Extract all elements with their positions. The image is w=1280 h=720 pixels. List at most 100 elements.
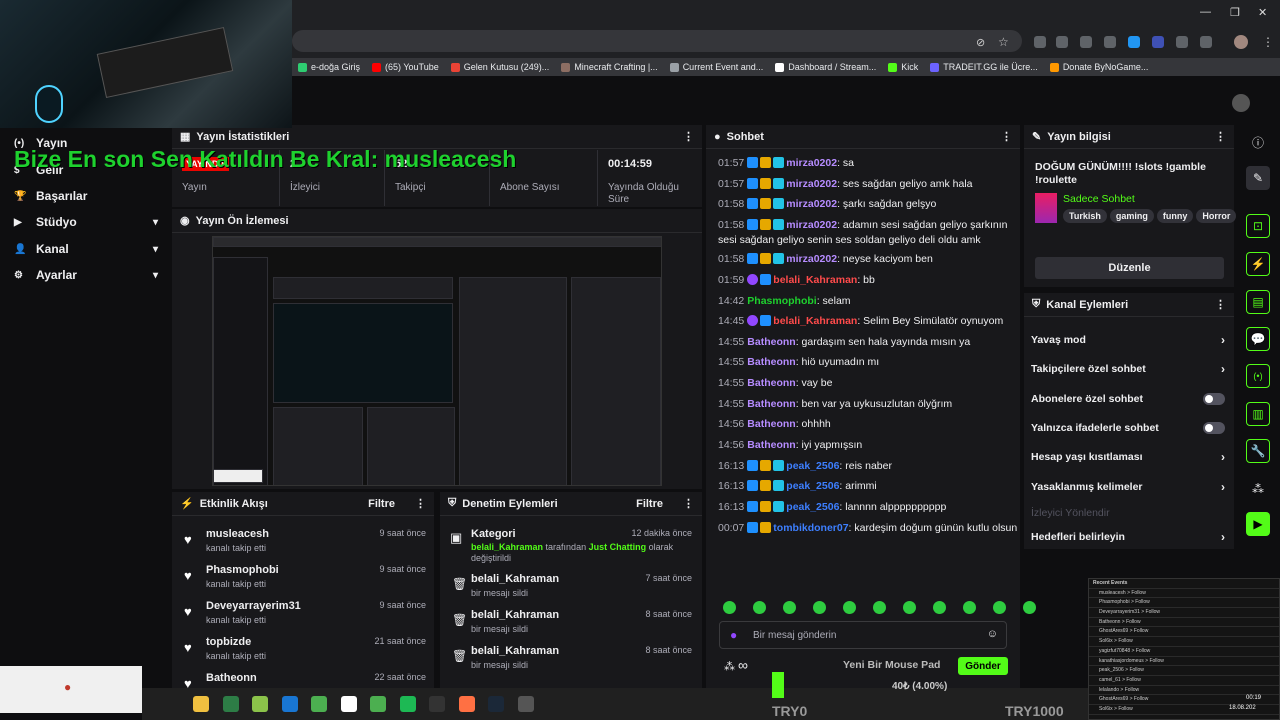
channel-action-row[interactable]: Yasaklanmış kelimeler › <box>1031 477 1225 497</box>
epic-icon[interactable] <box>429 696 445 712</box>
wrench-icon[interactable]: 🔧 <box>1246 439 1270 463</box>
chat-input[interactable]: ● Bir mesaj gönderin ☺ <box>719 621 1007 649</box>
extension-icon[interactable] <box>1080 36 1092 48</box>
extension-icon[interactable] <box>1176 36 1188 48</box>
spotify-icon[interactable] <box>399 696 416 712</box>
emoji-icon[interactable]: ☺ <box>987 628 998 640</box>
tag[interactable]: funny <box>1156 209 1194 223</box>
chat-username[interactable]: Batheonn <box>747 418 795 430</box>
mod-user[interactable]: belali_Kahraman <box>471 609 559 621</box>
infinity-icon[interactable]: ∞ <box>738 657 748 673</box>
more-icon[interactable]: ⋮ <box>683 497 694 510</box>
nav-item-3[interactable]: ▶ Stüdyo ▾ <box>0 209 170 235</box>
filter-button[interactable]: Filtre <box>636 498 663 510</box>
mic-icon[interactable]: ● <box>730 628 737 642</box>
nav-item-4[interactable]: 👤 Kanal ▾ <box>0 236 170 262</box>
more-icon[interactable]: ⋮ <box>1001 130 1012 143</box>
bookmark-item[interactable]: e-doğa Giriş <box>298 62 360 72</box>
extension-icon[interactable] <box>1056 36 1068 48</box>
category-link[interactable]: Sadece Sohbet <box>1063 193 1135 205</box>
tag[interactable]: gaming <box>1109 209 1154 223</box>
extension-icon[interactable] <box>1104 36 1116 48</box>
bolt-icon[interactable]: ⚡ <box>1246 252 1270 276</box>
bookmark-item[interactable]: Gelen Kutusu (249)... <box>450 62 549 72</box>
more-icon[interactable]: ⋮ <box>1215 298 1226 311</box>
bookmark-item[interactable]: (65) YouTube <box>372 62 439 72</box>
archive-icon[interactable]: ▥ <box>1246 402 1270 426</box>
channel-action-row[interactable]: Hesap yaşı kısıtlaması › <box>1031 447 1225 467</box>
chat-username[interactable]: Batheonn <box>747 377 795 389</box>
mod-user[interactable]: belali_Kahraman <box>471 645 559 657</box>
broadcast-icon[interactable]: (•) <box>1246 364 1270 388</box>
emote-icon[interactable] <box>903 601 916 614</box>
channel-action-row[interactable]: Abonelere özel sohbet <box>1031 389 1225 409</box>
apps-icon[interactable]: ⁂ <box>1246 477 1270 501</box>
channel-action-row[interactable]: Takipçilere özel sohbet › <box>1031 359 1225 379</box>
bookmark-item[interactable]: Donate ByNoGame... <box>1049 62 1148 72</box>
folder-icon[interactable] <box>193 696 209 712</box>
chat-username[interactable]: mirza0202 <box>786 157 837 169</box>
video-icon[interactable]: ▶ <box>1246 512 1270 536</box>
extension-icon[interactable] <box>1034 36 1046 48</box>
maximize-icon[interactable]: ❐ <box>1230 6 1240 19</box>
pencil-icon[interactable]: ✎ <box>1246 166 1270 190</box>
edit-button[interactable]: Düzenle <box>1035 257 1224 279</box>
extension-icon[interactable] <box>1152 36 1164 48</box>
star-icon[interactable]: ☆ <box>998 35 1009 49</box>
chat-username[interactable]: tombikdoner07 <box>773 522 848 534</box>
emote-icon[interactable] <box>723 601 736 614</box>
chat-username[interactable]: Batheonn <box>747 356 795 368</box>
info-icon[interactable]: ⓘ <box>1246 130 1270 154</box>
tag[interactable]: Turkish <box>1063 209 1107 223</box>
filter-button[interactable]: Filtre <box>368 498 395 510</box>
bookmark-item[interactable]: Kick <box>888 62 918 72</box>
chat-username[interactable]: mirza0202 <box>786 253 837 265</box>
minimize-icon[interactable]: — <box>1200 6 1211 18</box>
chat-username[interactable]: peak_2506 <box>786 480 839 492</box>
more-icon[interactable]: ⋮ <box>1215 130 1226 143</box>
feed-name[interactable]: Batheonn <box>206 672 257 684</box>
chat-username[interactable]: belali_Kahraman <box>773 315 857 327</box>
eye-off-icon[interactable]: ⊘ <box>976 36 985 49</box>
nav-item-5[interactable]: ⚙ Ayarlar ▾ <box>0 262 170 288</box>
nav-item-2[interactable]: 🏆 Başarılar <box>0 183 170 209</box>
profile-avatar[interactable] <box>1232 94 1250 112</box>
close-icon[interactable]: ✕ <box>1258 6 1267 19</box>
more-icon[interactable]: ⋮ <box>415 497 426 510</box>
avatar[interactable] <box>1234 35 1248 49</box>
settings-icon[interactable]: ⁂ <box>724 660 735 673</box>
menu-icon[interactable]: ⋮ <box>1262 35 1274 49</box>
channel-action-row[interactable]: Yalnızca ifadelerle sohbet <box>1031 418 1225 438</box>
minecraft-icon[interactable] <box>252 696 268 712</box>
bookmark-item[interactable]: Dashboard / Stream... <box>775 62 876 72</box>
address-bar[interactable] <box>292 30 1022 52</box>
bookmark-item[interactable]: Current Event and... <box>669 62 763 72</box>
emote-icon[interactable] <box>933 601 946 614</box>
stream-preview-video[interactable] <box>212 236 662 486</box>
chat-username[interactable]: mirza0202 <box>786 219 837 231</box>
steam-icon[interactable] <box>488 696 504 712</box>
chat-username[interactable]: peak_2506 <box>786 501 839 513</box>
store-icon[interactable] <box>222 696 239 712</box>
puzzle-icon[interactable] <box>1200 36 1212 48</box>
channel-action-row[interactable]: Yavaş mod › <box>1031 330 1225 350</box>
chat-username[interactable]: Batheonn <box>747 336 795 348</box>
chrome-icon[interactable] <box>311 696 327 712</box>
mod-user[interactable]: belali_Kahraman <box>471 542 543 552</box>
emote-icon[interactable] <box>873 601 886 614</box>
more-icon[interactable]: ⋮ <box>683 130 694 143</box>
chat-username[interactable]: Batheonn <box>747 439 795 451</box>
feed-name[interactable]: topbizde <box>206 636 251 648</box>
chat-username[interactable]: Phasmophobi <box>747 295 816 307</box>
chat-username[interactable]: mirza0202 <box>786 178 837 190</box>
chat-username[interactable]: mirza0202 <box>786 198 837 210</box>
emote-icon[interactable] <box>783 601 796 614</box>
expand-icon[interactable]: ⊡ <box>1246 214 1270 238</box>
chat-bubble-icon[interactable]: 💬 <box>1246 327 1270 351</box>
emote-icon[interactable] <box>993 601 1006 614</box>
emote-icon[interactable] <box>753 601 766 614</box>
toggle-switch[interactable] <box>1203 422 1225 434</box>
emote-icon[interactable] <box>963 601 976 614</box>
chat-username[interactable]: peak_2506 <box>786 460 839 472</box>
channel-action-row[interactable]: Hedefleri belirleyin › <box>1031 527 1225 547</box>
